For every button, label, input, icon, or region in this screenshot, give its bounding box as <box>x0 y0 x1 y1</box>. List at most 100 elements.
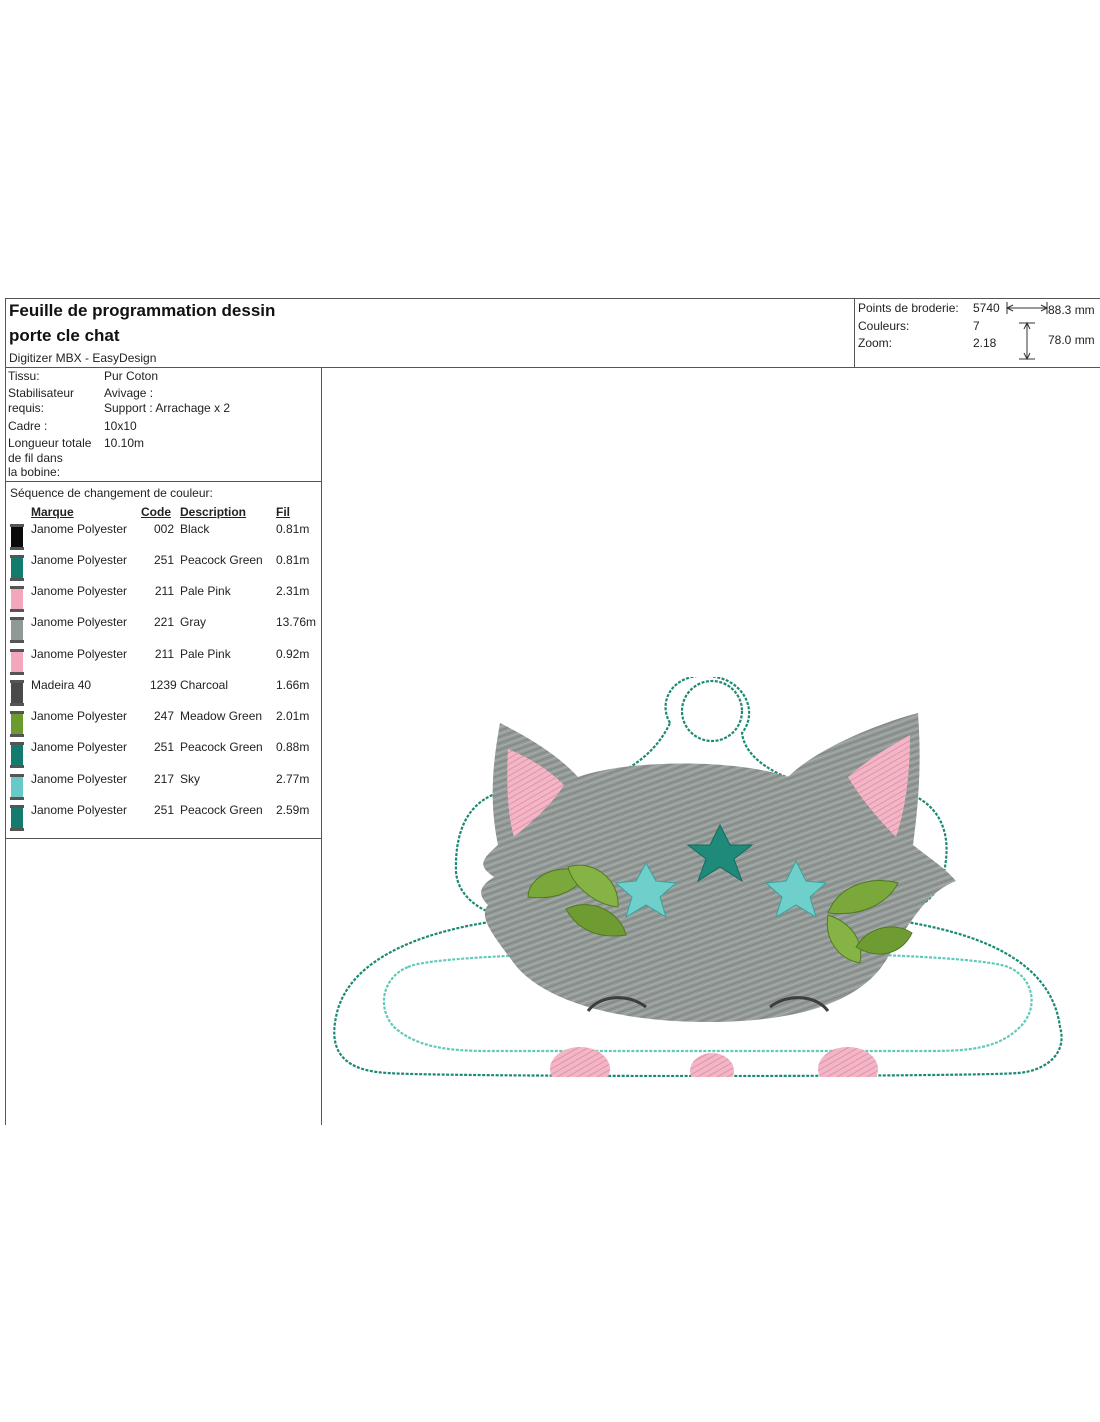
thread-row: Madeira 40 1239 Charcoal 1.66m <box>6 678 321 706</box>
thread-description: Gray <box>180 615 207 629</box>
spool-color <box>11 620 23 640</box>
thread-row: Janome Polyester 211 Pale Pink 0.92m <box>6 647 321 675</box>
thread-spool-icon <box>10 617 24 643</box>
thread-code: 251 <box>153 553 174 567</box>
sequence-title: Séquence de changement de couleur: <box>10 486 213 500</box>
column-header-brand: Marque <box>31 505 74 519</box>
thread-length: 0.88m <box>276 740 310 754</box>
thread-code: 251 <box>153 803 174 817</box>
thread-spool-icon <box>10 774 24 800</box>
thread-code: 247 <box>153 709 174 723</box>
stabilizer-label-1: Stabilisateur <box>8 386 75 400</box>
thread-description: Peacock Green <box>180 553 263 567</box>
thread-code: 251 <box>153 740 174 754</box>
thread-row: Janome Polyester 217 Sky 2.77m <box>6 772 321 800</box>
thread-brand: Janome Polyester <box>31 584 128 598</box>
thread-brand: Janome Polyester <box>31 647 128 661</box>
thread-row: Janome Polyester 002 Black 0.81m <box>6 522 321 550</box>
thread-spool-icon <box>10 524 24 550</box>
points-value: 5740 <box>973 301 1000 315</box>
spool-color <box>11 652 23 672</box>
spool-color <box>11 714 23 734</box>
thread-description: Peacock Green <box>180 803 263 817</box>
thread-row: Janome Polyester 221 Gray 13.76m <box>6 615 321 643</box>
stabilizer-value-1: Avivage : <box>104 386 154 400</box>
software-name: Digitizer MBX - EasyDesign <box>9 351 157 365</box>
length-value: 10.10m <box>104 436 145 450</box>
thread-spool-icon <box>10 555 24 581</box>
thread-spool-icon <box>10 649 24 675</box>
length-label-3: la bobine: <box>8 465 61 479</box>
spool-color <box>11 558 23 578</box>
thread-length: 2.77m <box>276 772 310 786</box>
thread-length: 13.76m <box>276 615 317 629</box>
length-label-1: Longueur totale <box>8 436 92 450</box>
column-header-description: Description <box>180 505 247 519</box>
stabilizer-label-2: requis: <box>8 401 45 415</box>
zoom-label: Zoom: <box>858 336 893 350</box>
thread-spool-icon <box>10 586 24 612</box>
thread-spool-icon <box>10 680 24 706</box>
cat-nose <box>690 1053 734 1089</box>
embroidery-preview <box>328 674 1100 1091</box>
info-column: Tissu: Pur Coton Stabilisateur requis: A… <box>6 368 322 1125</box>
design-title-line1: Feuille de programmation dessin <box>9 301 276 320</box>
colors-value: 7 <box>973 319 980 333</box>
thread-row: Janome Polyester 251 Peacock Green 2.59m <box>6 803 321 831</box>
points-label: Points de broderie: <box>858 301 959 315</box>
thread-code: 221 <box>153 615 174 629</box>
sequence-divider <box>6 838 321 839</box>
thread-code: 1239 <box>150 678 177 692</box>
thread-description: Sky <box>180 772 201 786</box>
thread-spool-icon <box>10 805 24 831</box>
thread-brand: Madeira 40 <box>31 678 92 692</box>
column-header-thread: Fil <box>276 505 290 519</box>
thread-brand: Janome Polyester <box>31 615 128 629</box>
frame-value: 10x10 <box>104 419 137 433</box>
material-properties: Tissu: Pur Coton Stabilisateur requis: A… <box>6 368 321 482</box>
thread-row: Janome Polyester 211 Pale Pink 2.31m <box>6 584 321 612</box>
thread-length: 2.31m <box>276 584 310 598</box>
thread-row: Janome Polyester 251 Peacock Green 0.81m <box>6 553 321 581</box>
thread-length: 2.59m <box>276 803 310 817</box>
program-sheet: Feuille de programmation dessin porte cl… <box>5 298 1100 1125</box>
spool-color <box>11 527 23 547</box>
fabric-value: Pur Coton <box>104 369 159 383</box>
thread-length: 2.01m <box>276 709 310 723</box>
thread-code: 211 <box>154 584 174 598</box>
design-stats: Points de broderie: 5740 Couleurs: 7 Zoo… <box>854 299 1100 368</box>
thread-code: 217 <box>153 772 174 786</box>
thread-spool-icon <box>10 742 24 768</box>
thread-length: 1.66m <box>276 678 310 692</box>
thread-brand: Janome Polyester <box>31 803 128 817</box>
thread-spool-icon <box>10 711 24 737</box>
thread-code: 002 <box>153 522 174 536</box>
thread-description: Peacock Green <box>180 740 263 754</box>
thread-description: Meadow Green <box>180 709 263 723</box>
thread-brand: Janome Polyester <box>31 553 128 567</box>
thread-brand: Janome Polyester <box>31 772 128 786</box>
thread-description: Black <box>180 522 210 536</box>
header-title-area: Feuille de programmation dessin porte cl… <box>6 299 854 368</box>
spool-color <box>11 808 23 828</box>
spool-color <box>11 745 23 765</box>
fabric-label: Tissu: <box>8 369 40 383</box>
spool-color <box>11 683 23 703</box>
thread-description: Charcoal <box>180 678 229 692</box>
thread-length: 0.81m <box>276 553 310 567</box>
zoom-value: 2.18 <box>973 336 997 350</box>
thread-description: Pale Pink <box>180 584 231 598</box>
design-width: 88.3 mm <box>1048 303 1095 317</box>
spool-color <box>11 777 23 797</box>
key-ring-hole <box>680 679 744 743</box>
spool-color <box>11 589 23 609</box>
thread-row: Janome Polyester 251 Peacock Green 0.88m <box>6 740 321 768</box>
design-height: 78.0 mm <box>1048 333 1095 347</box>
stabilizer-value-2: Support : Arrachage x 2 <box>104 401 231 415</box>
length-label-2: de fil dans <box>8 451 63 465</box>
design-title-line2: porte cle chat <box>9 326 120 345</box>
thread-row: Janome Polyester 247 Meadow Green 2.01m <box>6 709 321 737</box>
thread-brand: Janome Polyester <box>31 709 128 723</box>
thread-brand: Janome Polyester <box>31 740 128 754</box>
thread-brand: Janome Polyester <box>31 522 128 536</box>
